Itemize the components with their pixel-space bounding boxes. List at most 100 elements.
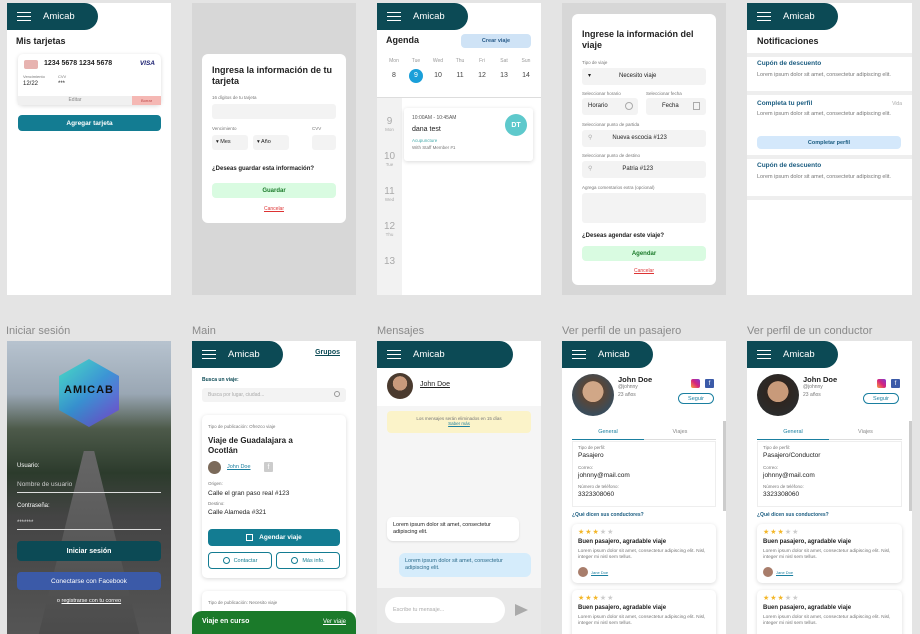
- day-name: Fri: [479, 58, 485, 64]
- email-value: johnny@mail.com: [763, 472, 815, 479]
- more-info-button[interactable]: Más info.: [276, 552, 340, 569]
- menu-icon[interactable]: [757, 12, 771, 21]
- scrollbar[interactable]: [723, 421, 726, 511]
- tab-trips[interactable]: Viajes: [829, 429, 902, 440]
- search-placeholder: Busca por lugar, ciudad...: [208, 392, 265, 398]
- event-card[interactable]: 10:00AM - 10:45AM dana test Acupuncture …: [404, 108, 533, 161]
- chat-icon: [222, 557, 230, 564]
- app-title: Amicab: [228, 349, 260, 360]
- visa-logo: VISA: [139, 60, 155, 67]
- trip-card[interactable]: Tipo de publicación: Ofrezco viaje Viaje…: [202, 415, 346, 578]
- phone-value: 3323308060: [763, 491, 800, 498]
- day-sat[interactable]: Sat 13: [493, 58, 515, 83]
- user-link[interactable]: John Doe: [227, 464, 251, 470]
- main-screen: Amicab Grupos Busca un viaje: Busca por …: [192, 341, 356, 634]
- tab-general[interactable]: General: [757, 429, 829, 440]
- card-number-input[interactable]: [212, 104, 336, 119]
- day-fri[interactable]: Fri 12: [471, 58, 493, 83]
- follow-button[interactable]: Seguir: [678, 393, 714, 404]
- tab-general[interactable]: General: [572, 429, 644, 440]
- menu-icon[interactable]: [202, 350, 216, 359]
- menu-icon[interactable]: [757, 350, 771, 359]
- reviewer-avatar: [763, 567, 773, 577]
- reviewer-link[interactable]: Jane Doe: [776, 570, 793, 575]
- date-select[interactable]: Fecha: [646, 98, 706, 115]
- menu-icon[interactable]: [387, 350, 401, 359]
- instagram-icon[interactable]: [877, 379, 886, 388]
- time-select[interactable]: Horario: [582, 98, 638, 115]
- save-button[interactable]: Guardar: [212, 183, 336, 198]
- signin-button[interactable]: Iniciar sesión: [17, 541, 161, 561]
- cvv-label: CVV: [312, 126, 322, 131]
- publication-type: Tipo de publicación: Ofrezco viaje: [208, 424, 276, 429]
- day-thu[interactable]: Thu 11: [449, 58, 471, 83]
- cancel-link[interactable]: Cancelar: [572, 268, 716, 274]
- credit-card[interactable]: 1234 5678 1234 5678 VISA Vencimiento 12/…: [18, 54, 161, 105]
- password-input[interactable]: *******: [17, 516, 161, 530]
- message-input[interactable]: Escribe tu mensaje...: [385, 597, 505, 623]
- notification-item[interactable]: Cupón de descuento Lorem ipsum dolor sit…: [747, 57, 912, 90]
- day-number: 9: [409, 69, 423, 83]
- trip-type-select[interactable]: ▾ Necesito viaje: [582, 68, 706, 85]
- facebook-icon[interactable]: f: [705, 379, 714, 388]
- menu-icon[interactable]: [387, 12, 401, 21]
- current-trip-bar[interactable]: Viaje en curso Ver viaje: [192, 611, 356, 634]
- review-card: ★★★★★ Buen pasajero, agradable viaje Lor…: [572, 590, 716, 634]
- agenda-title: Agenda: [386, 35, 420, 45]
- facebook-button[interactable]: Conectarse con Facebook: [17, 572, 161, 590]
- complete-profile-button[interactable]: Completar perfil: [757, 136, 901, 149]
- learn-more-link[interactable]: Saber más: [387, 421, 531, 426]
- to-input[interactable]: ⚲ Patria #123: [582, 161, 706, 178]
- message-received: Lorem ipsum dolor sit amet, consectetur …: [387, 517, 519, 541]
- notification-item[interactable]: Cupón de descuento Lorem ipsum dolor sit…: [747, 159, 912, 195]
- groups-link[interactable]: Grupos: [315, 349, 340, 356]
- reviewer-link[interactable]: Jane Doe: [591, 570, 608, 575]
- schedule-button[interactable]: Agendar: [582, 246, 706, 261]
- comments-input[interactable]: [582, 193, 706, 223]
- instagram-icon[interactable]: [691, 379, 700, 388]
- tab-trips[interactable]: Viajes: [644, 429, 716, 440]
- facebook-icon[interactable]: f: [264, 462, 273, 472]
- day-number: 10: [434, 72, 442, 79]
- day-mon[interactable]: Mon 8: [383, 58, 405, 83]
- facebook-icon[interactable]: f: [891, 379, 900, 388]
- search-icon[interactable]: [334, 391, 340, 397]
- register-link[interactable]: registrarse con tu correo: [61, 598, 121, 604]
- contact-button[interactable]: Contactar: [208, 552, 272, 569]
- cvv-input[interactable]: [312, 135, 336, 150]
- search-input[interactable]: Busca por lugar, ciudad...: [202, 388, 346, 402]
- send-icon[interactable]: [515, 604, 528, 616]
- menu-icon[interactable]: [17, 12, 31, 21]
- username-input[interactable]: Nombre de usuario: [17, 477, 161, 493]
- trip-form-title: Ingrese la información del viaje: [582, 29, 694, 50]
- menu-icon[interactable]: [572, 350, 586, 359]
- schedule-trip-button[interactable]: Agendar viaje: [208, 529, 340, 546]
- day-sun[interactable]: Sun 14: [515, 58, 537, 83]
- create-trip-button[interactable]: Crear viaje: [461, 34, 531, 48]
- add-card-button[interactable]: Agregar tarjeta: [18, 115, 161, 131]
- phone-value: 3323308060: [578, 491, 615, 498]
- delete-card-button[interactable]: Borrar: [132, 96, 161, 105]
- clock-icon: [625, 102, 633, 110]
- contact-name-link[interactable]: John Doe: [420, 381, 450, 388]
- notif-separator: [747, 196, 912, 200]
- follow-button[interactable]: Seguir: [863, 393, 899, 404]
- edit-card-button[interactable]: Editar: [18, 96, 132, 105]
- year-select[interactable]: ▾ Año: [253, 135, 289, 150]
- cancel-link[interactable]: Cancelar: [202, 206, 346, 212]
- from-input[interactable]: ⚲ Nueva escocia #123: [582, 130, 706, 147]
- day-tue[interactable]: Tue 9: [405, 58, 427, 83]
- register-row: o registrarse con tu correo: [7, 598, 171, 604]
- notification-item[interactable]: Completa tu perfil Vida Lorem ipsum dolo…: [747, 95, 912, 154]
- rating-stars: ★★★★★: [578, 529, 615, 536]
- day-wed[interactable]: Wed 10: [427, 58, 449, 83]
- day-number: 12: [478, 72, 486, 79]
- month-select[interactable]: ▾ Mes: [212, 135, 248, 150]
- time-day: Tue: [385, 162, 394, 167]
- view-trip-link[interactable]: Ver viaje: [323, 619, 346, 625]
- dest-value: Calle Alameda #321: [208, 509, 267, 516]
- phone-label: Número de teléfono:: [578, 484, 619, 489]
- scrollbar[interactable]: [909, 421, 912, 511]
- exp-label: Vencimiento: [212, 126, 237, 131]
- contact-avatar: [387, 373, 413, 399]
